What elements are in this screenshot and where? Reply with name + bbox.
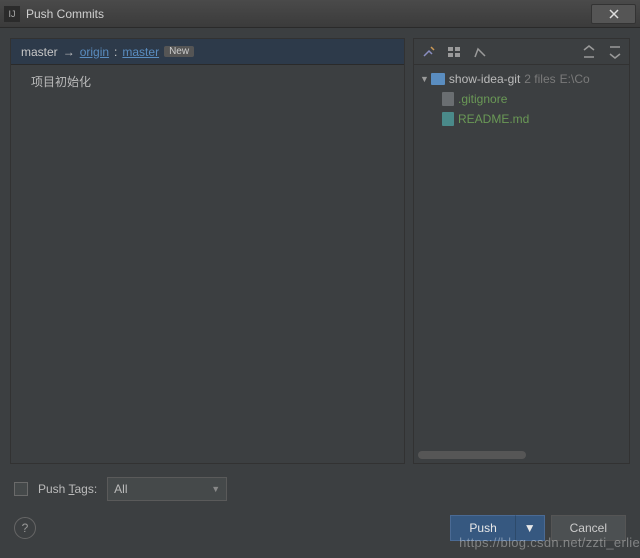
remote-name-link[interactable]: origin: [80, 45, 109, 59]
push-dropdown-button[interactable]: ▼: [515, 515, 545, 541]
chevron-down-icon: ▼: [524, 521, 536, 535]
chevron-down-icon[interactable]: ▼: [420, 74, 429, 84]
collapse-all-icon[interactable]: [607, 44, 623, 60]
chevron-down-icon: ▼: [211, 484, 220, 494]
options-row: Push Tags: All ▼: [10, 470, 630, 508]
branch-sep: :: [114, 45, 117, 59]
tree-root-name: show-idea-git: [449, 72, 520, 86]
tracking-branch-link[interactable]: master: [122, 45, 159, 59]
new-badge: New: [164, 46, 194, 57]
markdown-file-icon: [442, 112, 454, 126]
app-icon: IJ: [4, 6, 20, 22]
tree-root-count: 2 files: [524, 72, 555, 86]
push-tags-label[interactable]: Push Tags:: [38, 482, 97, 496]
tree-file-row[interactable]: .gitignore: [416, 89, 627, 109]
cancel-button[interactable]: Cancel: [551, 515, 626, 541]
window-title: Push Commits: [26, 7, 591, 21]
file-icon: [442, 92, 454, 106]
close-button[interactable]: [591, 4, 636, 24]
horizontal-scrollbar[interactable]: [418, 451, 625, 459]
group-by-icon[interactable]: [446, 44, 462, 60]
tree-file-name: README.md: [458, 112, 529, 126]
push-tags-combo[interactable]: All ▼: [107, 477, 227, 501]
tree-root-path: E:\Co: [560, 72, 590, 86]
tree-root-row[interactable]: ▼ show-idea-git 2 files E:\Co: [416, 69, 627, 89]
files-toolbar: [414, 39, 629, 65]
tree-file-row[interactable]: README.md: [416, 109, 627, 129]
folder-icon: [431, 73, 445, 85]
files-panel: ▼ show-idea-git 2 files E:\Co .gitignore…: [413, 38, 630, 464]
commits-panel: master → origin : master New 项目初始化: [10, 38, 405, 464]
scrollbar-thumb[interactable]: [418, 451, 526, 459]
cancel-button-label: Cancel: [570, 521, 607, 535]
expand-all-icon[interactable]: [581, 44, 597, 60]
tree-file-name: .gitignore: [458, 92, 507, 106]
dialog-footer: ? Push ▼ Cancel: [10, 508, 630, 548]
arrow-icon: →: [63, 45, 75, 59]
diff-icon[interactable]: [420, 44, 436, 60]
file-tree[interactable]: ▼ show-idea-git 2 files E:\Co .gitignore…: [414, 65, 629, 463]
titlebar: IJ Push Commits: [0, 0, 640, 28]
push-button[interactable]: Push: [450, 515, 514, 541]
push-tags-checkbox[interactable]: [14, 482, 28, 496]
branch-bar[interactable]: master → origin : master New: [11, 39, 404, 65]
close-icon: [609, 9, 619, 19]
revert-icon[interactable]: [472, 44, 488, 60]
push-tags-value: All: [114, 482, 127, 496]
push-button-label: Push: [469, 521, 496, 535]
local-branch-label: master: [21, 45, 58, 59]
help-button[interactable]: ?: [14, 517, 36, 539]
commit-list[interactable]: 项目初始化: [11, 65, 404, 463]
commit-item[interactable]: 项目初始化: [31, 71, 384, 92]
